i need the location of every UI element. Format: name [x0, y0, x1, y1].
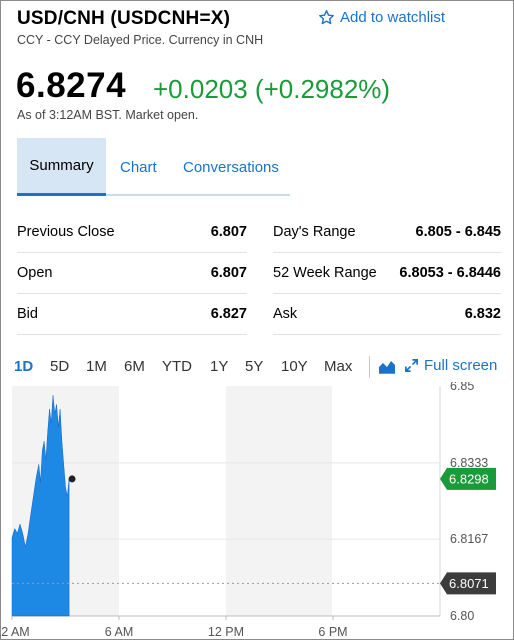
stat-bid: Bid 6.827	[17, 294, 247, 335]
price-change: +0.0203 (+0.2982%)	[153, 74, 391, 104]
stat-ask: Ask 6.832	[273, 294, 501, 335]
tab-bar: Summary Chart Conversations	[17, 138, 290, 196]
stat-value: 6.807	[210, 265, 247, 281]
range-max[interactable]: Max	[324, 358, 352, 375]
range-1y[interactable]: 1Y	[210, 358, 228, 375]
range-5d[interactable]: 5D	[50, 358, 69, 375]
stat-value: 6.827	[210, 306, 247, 322]
x-tick-label: 12 PM	[208, 625, 244, 639]
stat-value: 6.805 - 6.845	[415, 224, 501, 240]
range-1d[interactable]: 1D	[14, 358, 33, 375]
tab-chart[interactable]: Chart	[120, 138, 157, 196]
current-price-badge: 6.8298	[440, 467, 496, 490]
range-10y[interactable]: 10Y	[281, 358, 308, 375]
star-icon	[319, 10, 334, 25]
tab-summary[interactable]: Summary	[17, 138, 106, 196]
stat-value: 6.832	[464, 306, 501, 322]
stat-value: 6.807	[210, 224, 247, 240]
y-tick-label: 6.8333	[450, 456, 488, 470]
subtitle: CCY - CCY Delayed Price. Currency in CNH	[17, 33, 264, 47]
area-chart-icon[interactable]	[378, 358, 396, 378]
stat-label: Ask	[273, 306, 298, 322]
stat-52-week-range: 52 Week Range 6.8053 - 6.8446	[273, 253, 501, 294]
current-price: 6.8274	[16, 66, 127, 105]
watchlist-label: Add to watchlist	[340, 9, 446, 26]
range-5y[interactable]: 5Y	[245, 358, 263, 375]
page-title: USD/CNH (USDCNH=X)	[17, 8, 231, 29]
stat-label: Day's Range	[273, 224, 356, 240]
x-tick-label: 12 AM	[0, 625, 30, 639]
price-chart[interactable]: 6.856.83336.81676.80 12 AM6 AM12 PM6 PM …	[0, 382, 514, 640]
stat-label: Previous Close	[17, 224, 115, 240]
y-tick-label: 6.8167	[450, 532, 488, 546]
divider	[369, 356, 370, 378]
y-tick-label: 6.80	[450, 609, 474, 623]
stat-days-range: Day's Range 6.805 - 6.845	[273, 212, 501, 253]
stat-value: 6.8053 - 6.8446	[399, 265, 501, 281]
fullscreen-label: Full screen	[424, 357, 498, 374]
add-to-watchlist-button[interactable]: Add to watchlist	[318, 9, 445, 26]
x-tick-label: 6 PM	[318, 625, 347, 639]
previous-close-badge-text: 6.8071	[449, 576, 489, 591]
stat-label: 52 Week Range	[273, 265, 377, 281]
last-price-dot	[68, 475, 76, 483]
current-price-badge-text: 6.8298	[449, 471, 489, 486]
stat-label: Bid	[17, 306, 38, 322]
stat-label: Open	[17, 265, 53, 281]
x-tick-label: 6 AM	[105, 625, 134, 639]
y-tick-label: 6.85	[450, 382, 474, 393]
range-selector: 1D 5D 1M 6M YTD 1Y 5Y 10Y Max Full scree…	[13, 356, 499, 378]
tab-conversations[interactable]: Conversations	[183, 138, 279, 196]
stat-previous-close: Previous Close 6.807	[17, 212, 247, 253]
stat-open: Open 6.807	[17, 253, 247, 294]
as-of-time: As of 3:12AM BST. Market open.	[17, 108, 199, 122]
chart-band	[226, 386, 332, 616]
fullscreen-button[interactable]: Full screen	[404, 357, 497, 374]
expand-icon	[405, 359, 418, 372]
range-1m[interactable]: 1M	[86, 358, 107, 375]
previous-close-badge: 6.8071	[440, 572, 496, 595]
range-ytd[interactable]: YTD	[162, 358, 192, 375]
range-6m[interactable]: 6M	[124, 358, 145, 375]
